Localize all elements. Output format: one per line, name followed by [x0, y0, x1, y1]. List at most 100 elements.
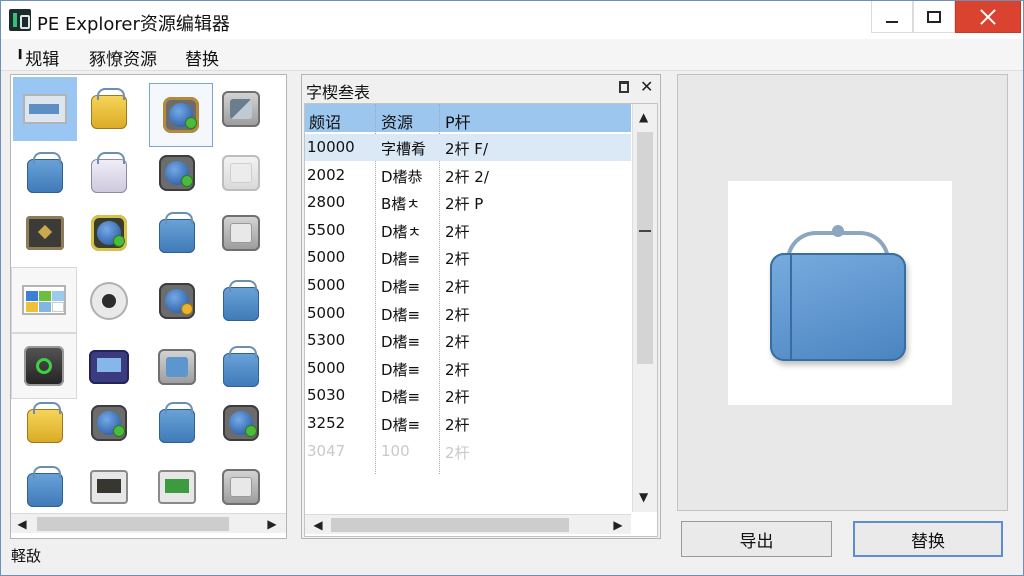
cell-id: 5000	[307, 248, 346, 267]
globe-frame-icon	[163, 97, 199, 133]
icon-cell[interactable]	[209, 141, 273, 205]
panel-close-icon[interactable]: ✕	[640, 77, 653, 96]
dark-card-icon	[90, 470, 128, 504]
globe-frame-icon	[159, 155, 195, 191]
icon-cell[interactable]	[145, 141, 209, 205]
icon-cell[interactable]	[209, 335, 273, 399]
replace-button[interactable]: 替换	[853, 521, 1003, 557]
menu-item-replace[interactable]: 替换	[185, 45, 219, 70]
gray-box-icon	[222, 91, 260, 127]
table-row[interactable]: 10000 字槽肴 2杆 F/	[305, 134, 631, 161]
cube-icon	[24, 346, 64, 386]
icon-cell[interactable]	[13, 77, 77, 141]
resource-list-panel: 字楔叁表 ✕ 颇诏 资源 P杆 10000 字槽肴 2杆 F/2002 D榰恭 2杆 2…	[301, 74, 661, 539]
panel-header: 字楔叁表 ✕	[302, 75, 660, 102]
pin-icon[interactable]	[619, 81, 629, 93]
table-row[interactable]: 5000 D榰≡ 2杆	[305, 244, 631, 271]
scroll-left-icon[interactable]: ◀	[15, 517, 29, 531]
disk-icon	[90, 282, 128, 320]
icon-cell[interactable]	[11, 267, 77, 333]
cell-id: 5000	[307, 303, 346, 322]
column-header-resource[interactable]: 资源	[381, 109, 413, 133]
icon-cell[interactable]	[145, 201, 209, 265]
table-row[interactable]: 2002 D榰恭 2杆 2/	[305, 162, 631, 189]
icon-cell[interactable]	[13, 455, 77, 519]
cell-desc: 2杆	[445, 222, 470, 241]
icon-cell[interactable]	[209, 201, 273, 265]
icon-cell[interactable]	[77, 77, 141, 141]
scroll-thumb[interactable]	[37, 517, 229, 531]
network-box-icon	[222, 469, 260, 505]
maximize-icon	[927, 10, 941, 23]
table-row[interactable]: 3047 100 2杆	[305, 438, 631, 465]
blue-bag-icon	[159, 402, 195, 443]
cell-id: 5030	[307, 386, 346, 405]
icon-cell[interactable]	[13, 201, 77, 265]
icon-cell[interactable]	[77, 335, 141, 399]
icon-cell[interactable]	[209, 269, 273, 333]
icon-cell[interactable]	[77, 141, 141, 205]
cell-desc: 2杆	[445, 305, 470, 324]
cell-resource: D榰≡	[381, 388, 421, 407]
close-button[interactable]	[955, 1, 1021, 33]
icon-cell[interactable]	[145, 269, 209, 333]
icon-cell[interactable]	[209, 77, 273, 141]
cell-desc: 2杆	[445, 278, 470, 296]
list-hscrollbar[interactable]: ◀ ▶	[305, 514, 631, 534]
cell-id: 2800	[307, 193, 346, 212]
cell-id: 3252	[307, 414, 346, 432]
export-button[interactable]: 导出	[681, 521, 832, 557]
scroll-right-icon[interactable]: ▶	[611, 518, 625, 532]
panel-title: 字楔叁表	[306, 83, 371, 102]
icon-cell[interactable]	[145, 455, 209, 519]
icon-cell[interactable]	[77, 391, 141, 455]
status-text: 軽敌	[11, 547, 42, 565]
icon-cell[interactable]	[11, 333, 77, 399]
scroll-up-icon[interactable]: ▲	[639, 110, 648, 124]
icon-cell[interactable]	[149, 83, 213, 147]
cell-desc: 2杆	[445, 333, 470, 352]
table-row[interactable]: 5000 D榰≡ 2杆	[305, 272, 631, 299]
icon-cell[interactable]	[209, 391, 273, 455]
table-row[interactable]: 2800 B榰ㅊ 2杆 P	[305, 189, 631, 216]
list-vscrollbar[interactable]: ▲ ▼	[632, 104, 657, 512]
scroll-down-icon[interactable]: ▼	[639, 490, 648, 504]
icon-cell[interactable]	[13, 391, 77, 455]
cell-resource: D榰≡	[381, 333, 421, 352]
maximize-button[interactable]	[913, 1, 955, 33]
table-row[interactable]: 5030 D榰≡ 2杆	[305, 382, 631, 409]
color-tiles-icon	[22, 285, 66, 315]
resource-list: 颇诏 资源 P杆 10000 字槽肴 2杆 F/2002 D榰恭 2杆 2/2800 B榰…	[304, 103, 658, 537]
icon-grid-panel: ◀ ▶	[10, 74, 287, 539]
table-row[interactable]: 5300 D榰≡ 2杆	[305, 327, 631, 354]
scroll-left-icon[interactable]: ◀	[311, 518, 325, 532]
menu-item-edit[interactable]: ╹规辑	[15, 45, 59, 70]
cell-desc: 2杆 F/	[445, 140, 488, 158]
icon-cell[interactable]	[145, 391, 209, 455]
table-row[interactable]: 3252 D榰≡ 2杆	[305, 410, 631, 437]
column-header-id[interactable]: 颇诏	[309, 109, 341, 133]
blue-box-icon	[158, 349, 196, 385]
list-header: 颇诏 资源 P杆	[305, 104, 631, 132]
yellow-bag-icon	[91, 88, 127, 129]
white-bag-icon	[91, 152, 127, 193]
icon-cell[interactable]	[77, 201, 141, 265]
scroll-right-icon[interactable]: ▶	[265, 517, 279, 531]
cell-resource: D榰≡	[381, 305, 421, 324]
icon-panel-hscrollbar[interactable]: ◀ ▶	[11, 513, 286, 533]
column-header-desc[interactable]: P杆	[445, 109, 471, 133]
scroll-thumb[interactable]	[637, 132, 653, 364]
app-window: PE Explorer资源编辑器 ╹规辑 豩憭资源 替换 ◀ ▶ 字楔叁表 ✕ …	[0, 0, 1024, 576]
table-row[interactable]: 5500 D榰ㅊ 2杆	[305, 217, 631, 244]
icon-cell[interactable]	[77, 269, 141, 333]
table-row[interactable]: 5000 D榰≡ 2杆	[305, 300, 631, 327]
icon-cell[interactable]	[145, 335, 209, 399]
icon-cell[interactable]	[13, 141, 77, 205]
menu-item-resources[interactable]: 豩憭资源	[89, 45, 157, 70]
icon-cell[interactable]	[209, 455, 273, 519]
icon-cell[interactable]	[77, 455, 141, 519]
cell-id: 10000	[307, 138, 355, 156]
minimize-button[interactable]	[871, 1, 913, 33]
table-row[interactable]: 5000 D榰≡ 2杆	[305, 355, 631, 382]
scroll-thumb[interactable]	[331, 518, 569, 532]
